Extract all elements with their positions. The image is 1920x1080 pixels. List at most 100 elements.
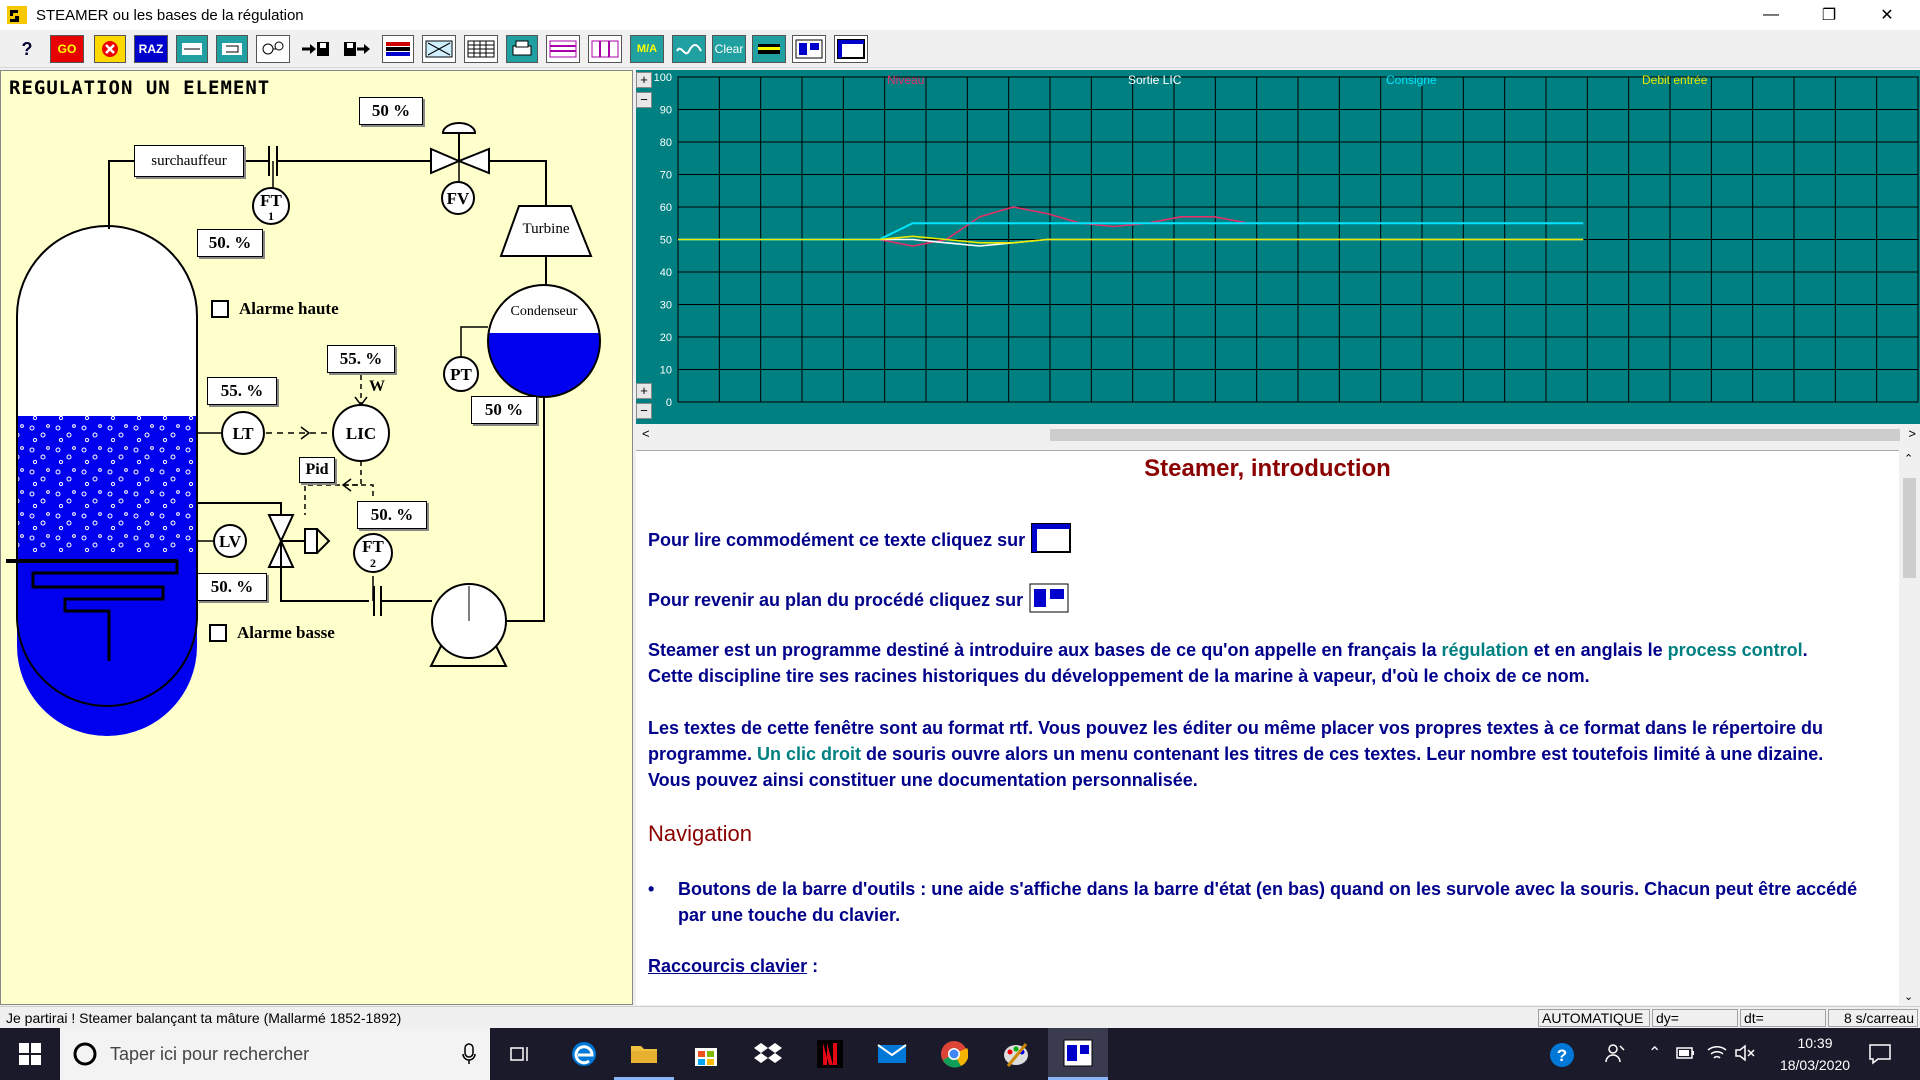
- taskbar-search[interactable]: Taper ici pour rechercher: [60, 1028, 490, 1080]
- store-taskbar-app[interactable]: [676, 1028, 736, 1080]
- dropbox-taskbar-app[interactable]: [738, 1028, 798, 1080]
- ymin-plus-button[interactable]: +: [636, 383, 652, 399]
- pid-button[interactable]: Pid: [299, 457, 335, 483]
- bullet-dot: •: [648, 879, 655, 899]
- tray-overflow-icon[interactable]: ⌃: [1648, 1043, 1661, 1063]
- scroll-left-arrow[interactable]: <: [642, 426, 650, 441]
- process-button[interactable]: [176, 35, 208, 63]
- scale-button[interactable]: [422, 35, 456, 63]
- ymax-plus-button[interactable]: +: [636, 72, 652, 88]
- shortcuts-colon: :: [807, 956, 819, 976]
- trend-chart: 100 90 80 70 60 50 40 30 20 10 0 Niveau Sortie LIC…: [636, 70, 1920, 424]
- trend-button[interactable]: [672, 35, 706, 63]
- tray-clock[interactable]: 10:39 18/03/2020: [1760, 1032, 1870, 1076]
- process-plan-button[interactable]: [792, 35, 826, 63]
- grid-button[interactable]: [464, 35, 498, 63]
- go-button[interactable]: GO: [50, 35, 84, 63]
- process-schematic: [6, 122, 601, 736]
- scroll-down-arrow[interactable]: ⌄: [1904, 990, 1913, 1003]
- text-window-inline-icon: [1031, 523, 1072, 553]
- alarm-high-checkbox[interactable]: Alarme haute: [211, 299, 339, 319]
- y-tick-label: 30: [660, 300, 672, 312]
- help-text-pane: Steamer, introduction Pour lire commodém…: [636, 450, 1899, 1005]
- print-button[interactable]: [506, 35, 538, 63]
- alarm-low-label: Alarme basse: [237, 623, 335, 642]
- help-tray-icon[interactable]: ?: [1548, 1041, 1576, 1069]
- setpoint-pct[interactable]: 55. %: [327, 345, 395, 373]
- save-arrow-icon: [302, 42, 329, 56]
- stop-button[interactable]: [94, 35, 126, 63]
- ymax-minus-button[interactable]: −: [636, 92, 652, 108]
- network-icon[interactable]: [1706, 1044, 1728, 1062]
- steamer-taskbar-icon: [1063, 1039, 1093, 1066]
- keyboard-shortcuts-link[interactable]: Raccourcis clavier: [648, 956, 807, 976]
- colors-button[interactable]: [382, 35, 414, 63]
- y-tick-label: 90: [660, 105, 672, 117]
- status-rate: 8 s/carreau: [1828, 1009, 1918, 1027]
- start-button[interactable]: [0, 1028, 60, 1080]
- scroll-right-arrow[interactable]: >: [1908, 426, 1916, 441]
- text-window-icon: [837, 39, 865, 59]
- people-tray-icon[interactable]: [1604, 1042, 1626, 1064]
- notifications-icon[interactable]: [1868, 1042, 1892, 1066]
- edge-taskbar-app[interactable]: [554, 1028, 614, 1080]
- stop-icon: [102, 41, 118, 57]
- load-button[interactable]: [340, 35, 374, 63]
- mail-icon: [877, 1044, 907, 1063]
- feed-flow-pct: 50. %: [357, 501, 427, 529]
- schematic-button[interactable]: [256, 35, 290, 63]
- steam-flow-pct: 50. %: [197, 229, 263, 257]
- chart-scale-icon: [425, 40, 453, 58]
- y-tick-label: 20: [660, 332, 672, 344]
- condenser-label: Condenseur: [510, 304, 578, 319]
- layout-rows-button[interactable]: [546, 35, 580, 63]
- alarm-low-box[interactable]: [209, 624, 227, 642]
- status-dy: dy=: [1652, 1009, 1738, 1027]
- ymin-minus-button[interactable]: −: [636, 403, 652, 419]
- process-plan-inline-icon: [1029, 583, 1069, 613]
- raz-button[interactable]: RAZ: [134, 35, 168, 63]
- ma-label: M/A: [636, 43, 658, 55]
- legend-niveau: Niveau: [887, 73, 925, 87]
- scroll-thumb[interactable]: [1050, 429, 1900, 441]
- mail-taskbar-app[interactable]: [862, 1028, 922, 1080]
- text-scroll-thumb[interactable]: [1903, 478, 1916, 578]
- window-mode-button[interactable]: [752, 35, 786, 63]
- steamer-taskbar-app[interactable]: [1048, 1028, 1108, 1080]
- manual-auto-button[interactable]: M/A: [630, 35, 664, 63]
- layout-cols-button[interactable]: [588, 35, 622, 63]
- close-button[interactable]: ✕: [1858, 0, 1916, 30]
- read-text-button[interactable]: [834, 35, 868, 63]
- alarm-low-checkbox[interactable]: Alarme basse: [209, 623, 335, 643]
- alarm-high-box[interactable]: [211, 300, 229, 318]
- save-button[interactable]: [298, 35, 332, 63]
- help-button[interactable]: ?: [14, 35, 40, 63]
- netflix-taskbar-app[interactable]: [800, 1028, 860, 1080]
- text-line1: Pour lire commodément ce texte cliquez s…: [648, 530, 1026, 550]
- explorer-taskbar-app[interactable]: [614, 1028, 674, 1080]
- status-quote: Je partirai ! Steamer balançant ta mâtur…: [6, 1010, 402, 1026]
- trend-chart-panel: 100 90 80 70 60 50 40 30 20 10 0 Niveau Sortie LIC…: [636, 70, 1920, 445]
- text-line2: Pour revenir au plan du procédé cliquez …: [648, 590, 1024, 610]
- paint-taskbar-app[interactable]: [986, 1028, 1046, 1080]
- restore-button[interactable]: ❐: [1800, 0, 1858, 30]
- chrome-taskbar-app[interactable]: [924, 1028, 984, 1080]
- clear-button[interactable]: Clear: [712, 35, 746, 63]
- fv-output-pct[interactable]: 50 %: [359, 97, 423, 125]
- battery-icon[interactable]: [1676, 1046, 1696, 1060]
- text-vertical-scrollbar[interactable]: ⌃ ⌄: [1899, 450, 1920, 1005]
- loop-button[interactable]: [216, 35, 248, 63]
- process-plan-icon: [795, 39, 823, 59]
- load-arrow-icon: [344, 42, 370, 56]
- grid-icon: [467, 40, 495, 58]
- y-tick-label: 10: [660, 365, 672, 377]
- scroll-up-arrow[interactable]: ⌃: [1904, 452, 1913, 465]
- p1b-regulation: régulation: [1441, 640, 1529, 660]
- minimize-button[interactable]: —: [1742, 0, 1800, 30]
- volume-muted-icon[interactable]: [1734, 1044, 1756, 1062]
- p1e: .: [1802, 640, 1808, 660]
- chart-horizontal-scrollbar[interactable]: < >: [636, 426, 1920, 444]
- clock-date: 18/03/2020: [1779, 1057, 1851, 1073]
- schematic-icon: [262, 41, 284, 55]
- task-view-button[interactable]: [490, 1028, 550, 1080]
